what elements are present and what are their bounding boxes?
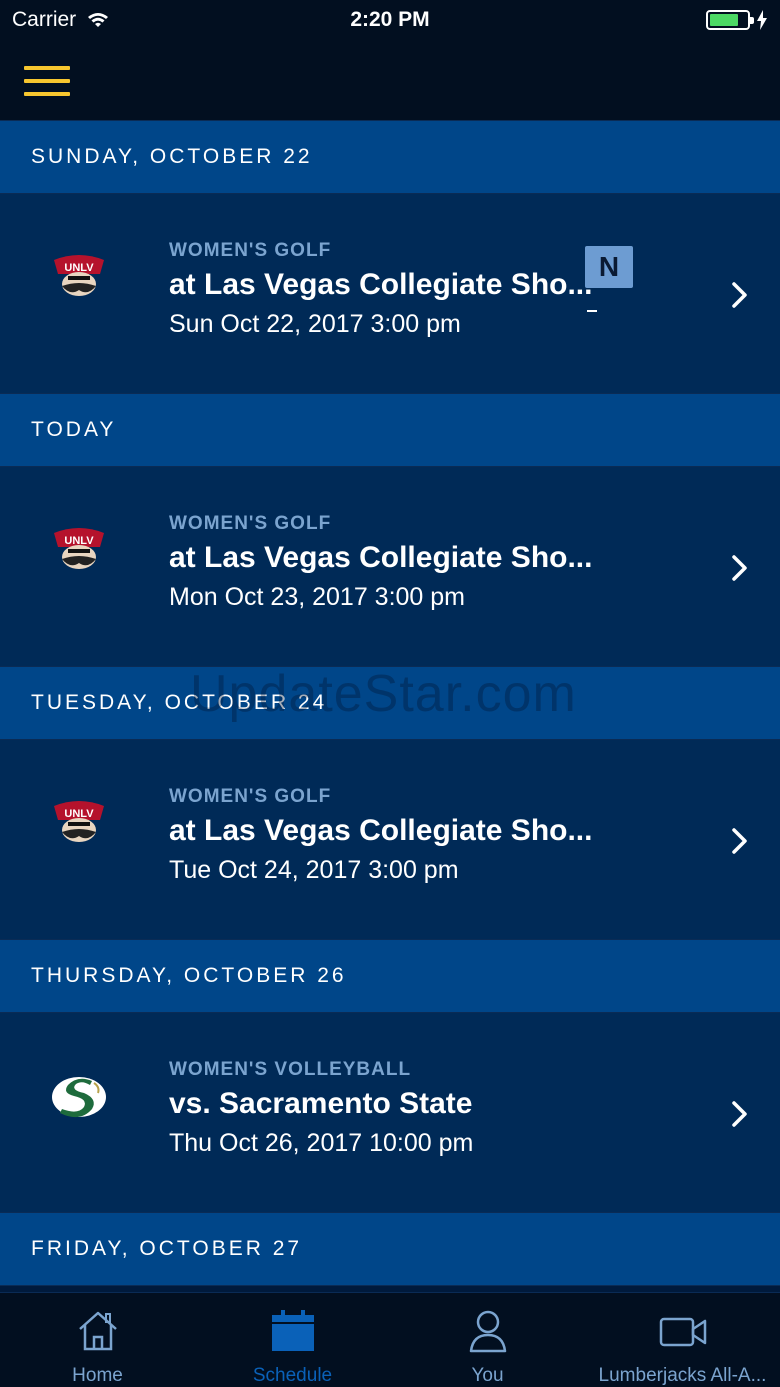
unlv-rebels-logo: UNLV	[54, 801, 104, 842]
event-details: WOMEN'S GOLF at Las Vegas Collegiate Sho…	[169, 786, 629, 885]
event-sport: WOMEN'S GOLF	[169, 786, 332, 807]
chevron-right-icon	[732, 1101, 747, 1127]
event-date: Tue Oct 24, 2017 3:00 pm	[169, 856, 459, 884]
day-header: TUESDAY, OCTOBER 24	[0, 667, 780, 740]
event-date: Sun Oct 22, 2017 3:00 pm	[169, 310, 461, 338]
chevron-right-icon	[732, 282, 747, 308]
chevron-right-icon	[732, 828, 747, 854]
day-header: THURSDAY, OCTOBER 26	[0, 940, 780, 1013]
tab-schedule[interactable]: Schedule	[195, 1293, 390, 1387]
event-row[interactable]: UNLV WOMEN'S GOLF at Las Vegas Collegiat…	[0, 194, 780, 394]
unlv-rebels-logo: UNLV	[54, 528, 104, 569]
status-right	[706, 10, 768, 30]
video-camera-icon	[659, 1317, 706, 1347]
event-details: WOMEN'S VOLLEYBALL vs. Sacramento State …	[169, 1059, 629, 1158]
calendar-icon	[271, 1310, 314, 1351]
person-icon	[469, 1310, 506, 1353]
unlv-rebels-logo: UNLV	[54, 255, 104, 296]
event-row[interactable]: UNLV WOMEN'S GOLF at Las Vegas Collegiat…	[0, 740, 780, 940]
wifi-icon	[88, 13, 109, 27]
day-header: TODAY	[0, 394, 780, 467]
navigation-bar	[0, 40, 780, 121]
event-title: at Las Vegas Collegiate Sho...	[169, 268, 593, 301]
event-details: WOMEN'S GOLF at Las Vegas Collegiate Sho…	[169, 513, 629, 612]
event-sport: WOMEN'S GOLF	[169, 513, 332, 534]
tab-home-label: Home	[72, 1365, 123, 1386]
event-row[interactable]: UNLV WOMEN'S GOLF at Las Vegas Collegiat…	[0, 467, 780, 667]
notification-badge[interactable]: N	[585, 246, 633, 288]
hamburger-menu-icon[interactable]	[24, 66, 70, 96]
event-sport: WOMEN'S VOLLEYBALL	[169, 1059, 412, 1080]
badge-underline	[587, 310, 597, 312]
battery-icon	[706, 10, 754, 30]
status-bar: Carrier 2:20 PM	[0, 0, 780, 40]
status-time: 2:20 PM	[350, 8, 430, 31]
home-icon	[78, 1311, 117, 1351]
event-date: Mon Oct 23, 2017 3:00 pm	[169, 583, 466, 611]
tab-bar: Home Schedule You Lumberjacks All-A...	[0, 1292, 780, 1387]
tab-lumberjacks-label: Lumberjacks All-A...	[598, 1365, 767, 1386]
day-header: SUNDAY, OCTOBER 22	[0, 121, 780, 194]
carrier-label: Carrier	[12, 8, 77, 31]
tab-home[interactable]: Home	[0, 1293, 195, 1387]
event-row[interactable]: WOMEN'S VOLLEYBALL vs. Sacramento State …	[0, 1013, 780, 1213]
event-title: vs. Sacramento State	[169, 1087, 473, 1120]
status-left: Carrier	[12, 8, 110, 32]
chevron-right-icon	[732, 555, 747, 581]
charging-bolt-icon	[757, 10, 767, 30]
tab-lumberjacks-all-access[interactable]: Lumberjacks All-A...	[585, 1293, 780, 1387]
sacramento-state-logo	[52, 1077, 106, 1118]
event-title: at Las Vegas Collegiate Sho...	[169, 814, 593, 847]
schedule-list[interactable]: SUNDAY, OCTOBER 22 UNLV WOMEN'S GOLF at …	[0, 121, 780, 1292]
tab-you-label: You	[471, 1365, 504, 1386]
day-header: FRIDAY, OCTOBER 27	[0, 1213, 780, 1286]
tab-you[interactable]: You	[390, 1293, 585, 1387]
event-details: WOMEN'S GOLF at Las Vegas Collegiate Sho…	[169, 240, 629, 339]
event-title: at Las Vegas Collegiate Sho...	[169, 541, 593, 574]
event-date: Thu Oct 26, 2017 10:00 pm	[169, 1129, 474, 1157]
event-sport: WOMEN'S GOLF	[169, 240, 332, 261]
tab-schedule-label: Schedule	[252, 1365, 333, 1386]
